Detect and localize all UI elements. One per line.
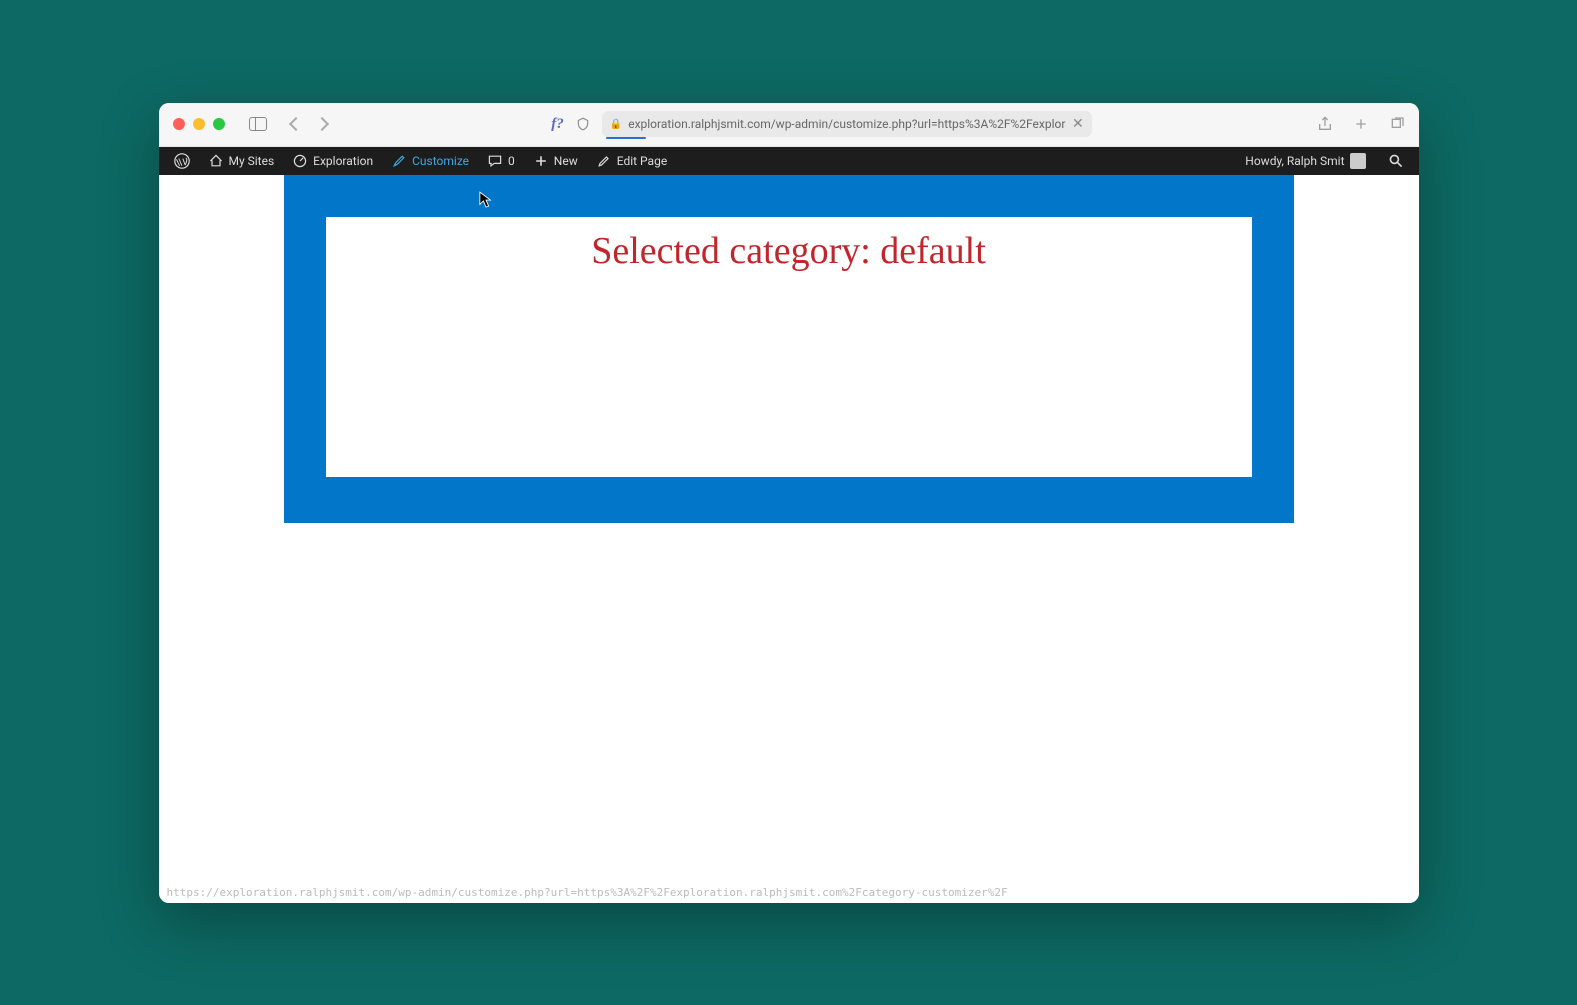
back-button[interactable]: [288, 117, 302, 131]
edit-page-label: Edit Page: [617, 154, 667, 168]
my-sites-menu[interactable]: My Sites: [201, 147, 282, 175]
home-icon: [208, 153, 224, 169]
browser-toolbar: f? 🔒 exploration.ralphjsmit.com/wp-admin…: [159, 103, 1419, 147]
cursor-icon: [479, 191, 493, 209]
edit-page-menu[interactable]: Edit Page: [589, 147, 674, 175]
content-block: Selected category: default: [284, 175, 1294, 523]
loading-indicator: [606, 137, 646, 139]
url-text: exploration.ralphjsmit.com/wp-admin/cust…: [628, 117, 1066, 131]
maximize-window-button[interactable]: [213, 118, 225, 130]
wp-admin-bar: My Sites Exploration Customize 0 New Edi…: [159, 147, 1419, 175]
user-account-menu[interactable]: Howdy, Ralph Smit: [1238, 147, 1372, 175]
extension-fq-icon[interactable]: f?: [551, 116, 564, 133]
howdy-text: Howdy, Ralph Smit: [1245, 154, 1344, 168]
comments-menu[interactable]: 0: [480, 147, 522, 175]
window-controls: [173, 118, 225, 130]
customize-label: Customize: [412, 154, 469, 168]
my-sites-label: My Sites: [229, 154, 275, 168]
admin-bar-right: Howdy, Ralph Smit: [1238, 147, 1410, 175]
status-bar-url: https://exploration.ralphjsmit.com/wp-ad…: [167, 886, 1008, 899]
share-icon[interactable]: [1317, 116, 1333, 132]
plus-icon: [533, 153, 549, 169]
wordpress-icon: [174, 153, 190, 169]
page-content: Selected category: default: [159, 175, 1419, 903]
sidebar-toggle-icon[interactable]: [249, 117, 267, 131]
nav-arrows: [291, 119, 327, 129]
center-toolbar: f? 🔒 exploration.ralphjsmit.com/wp-admin…: [335, 111, 1309, 137]
paintbrush-icon: [391, 153, 407, 169]
search-toggle[interactable]: [1381, 147, 1411, 175]
close-window-button[interactable]: [173, 118, 185, 130]
new-tab-icon[interactable]: [1353, 116, 1369, 132]
wp-logo-menu[interactable]: [167, 147, 197, 175]
site-name-menu[interactable]: Exploration: [285, 147, 380, 175]
search-icon: [1388, 153, 1404, 169]
page-title: Selected category: default: [326, 229, 1252, 273]
privacy-shield-icon[interactable]: [576, 116, 590, 132]
lock-icon: 🔒: [610, 119, 622, 130]
dashboard-icon: [292, 153, 308, 169]
user-avatar: [1350, 153, 1366, 169]
minimize-window-button[interactable]: [193, 118, 205, 130]
site-name-label: Exploration: [313, 154, 373, 168]
browser-window: f? 🔒 exploration.ralphjsmit.com/wp-admin…: [159, 103, 1419, 903]
address-bar[interactable]: 🔒 exploration.ralphjsmit.com/wp-admin/cu…: [602, 111, 1092, 137]
pencil-icon: [596, 153, 612, 169]
content-inner: Selected category: default: [326, 217, 1252, 477]
comments-count: 0: [508, 154, 515, 168]
right-toolbar: [1317, 116, 1405, 132]
new-content-menu[interactable]: New: [526, 147, 585, 175]
customize-menu[interactable]: Customize: [384, 147, 476, 175]
comment-icon: [487, 153, 503, 169]
forward-button[interactable]: [314, 117, 328, 131]
tabs-overview-icon[interactable]: [1389, 116, 1405, 132]
stop-reload-icon[interactable]: ✕: [1072, 116, 1084, 132]
new-label: New: [554, 154, 578, 168]
